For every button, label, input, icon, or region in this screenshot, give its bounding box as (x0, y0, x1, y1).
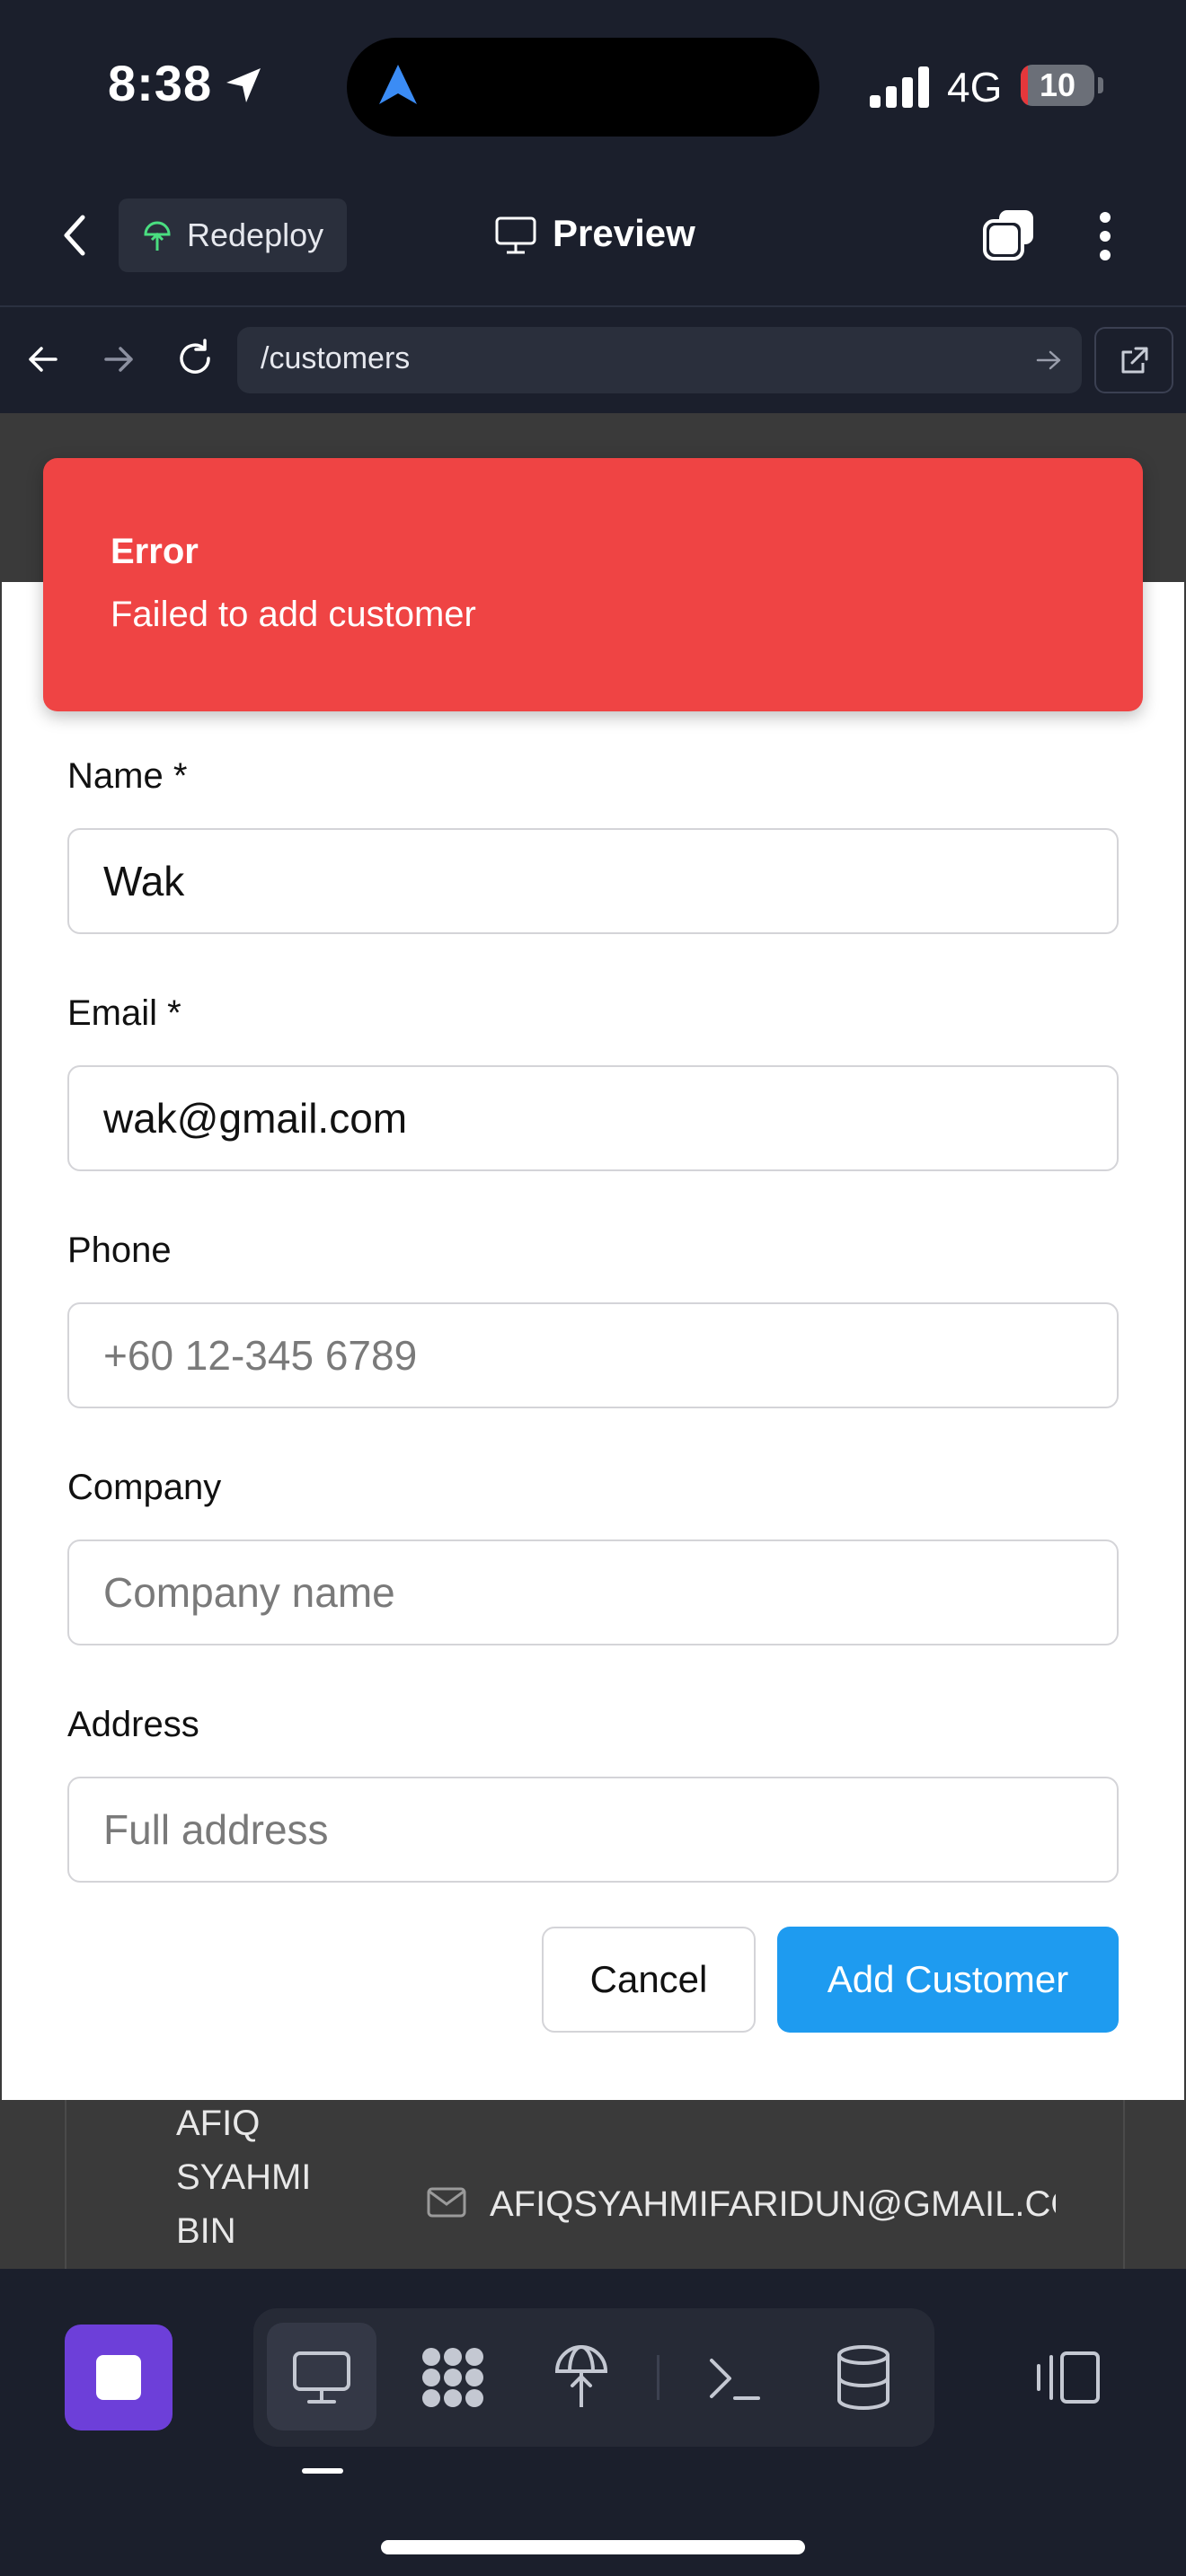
tab-divider (657, 2355, 659, 2400)
cancel-button[interactable]: Cancel (542, 1927, 756, 2033)
name-label: Name * (67, 756, 188, 796)
grid-icon[interactable] (419, 2346, 487, 2409)
active-tab-indicator (302, 2468, 343, 2474)
email-input[interactable] (67, 1065, 1119, 1171)
status-time: 8:38 (108, 55, 213, 111)
battery-percent: 10 (1039, 66, 1076, 103)
url-path: /customers (261, 341, 411, 375)
address-label: Address (67, 1705, 199, 1744)
stop-icon (96, 2355, 141, 2400)
home-indicator (381, 2540, 805, 2554)
add-customer-button[interactable]: Add Customer (777, 1927, 1119, 2033)
battery-icon: 10 (1021, 65, 1094, 106)
database-icon[interactable] (836, 2344, 891, 2411)
terminal-icon[interactable] (706, 2353, 762, 2404)
go-arrow-icon[interactable] (1035, 348, 1062, 372)
monitor-icon (293, 2351, 350, 2404)
toast-title: Error (111, 532, 199, 571)
deploy-icon (144, 221, 171, 251)
monitor-icon (495, 216, 536, 254)
phone-input[interactable] (67, 1302, 1119, 1408)
refresh-icon[interactable] (174, 338, 216, 379)
error-toast (43, 458, 1143, 711)
email-label: Email * (67, 993, 181, 1033)
arrow-right-icon[interactable] (101, 341, 137, 377)
address-input[interactable] (67, 1777, 1119, 1883)
redeploy-label: Redeploy (187, 216, 324, 253)
name-input[interactable] (67, 828, 1119, 934)
customer-email: AFIQSYAHMIFARIDUN@GMAIL.COM (490, 2184, 1056, 2224)
preview-title: Preview (553, 212, 695, 254)
panel-layout-icon[interactable] (1033, 2350, 1102, 2405)
network-type: 4G (947, 64, 1003, 110)
more-vertical-icon[interactable] (1096, 210, 1114, 262)
signal-strength-icon (870, 66, 929, 108)
battery-nub (1098, 77, 1103, 93)
toast-message: Failed to add customer (111, 595, 476, 634)
navigation-app-icon (379, 65, 417, 104)
company-input[interactable] (67, 1539, 1119, 1645)
phone-label: Phone (67, 1231, 172, 1270)
external-link-icon (1121, 347, 1148, 374)
arrow-left-icon[interactable] (25, 341, 61, 377)
tabs-switcher-icon[interactable] (981, 207, 1037, 262)
deploy-icon[interactable] (553, 2342, 609, 2409)
mail-icon (427, 2187, 466, 2218)
location-arrow-icon (226, 68, 261, 102)
back-chevron-icon[interactable] (59, 214, 90, 257)
company-label: Company (67, 1468, 222, 1507)
